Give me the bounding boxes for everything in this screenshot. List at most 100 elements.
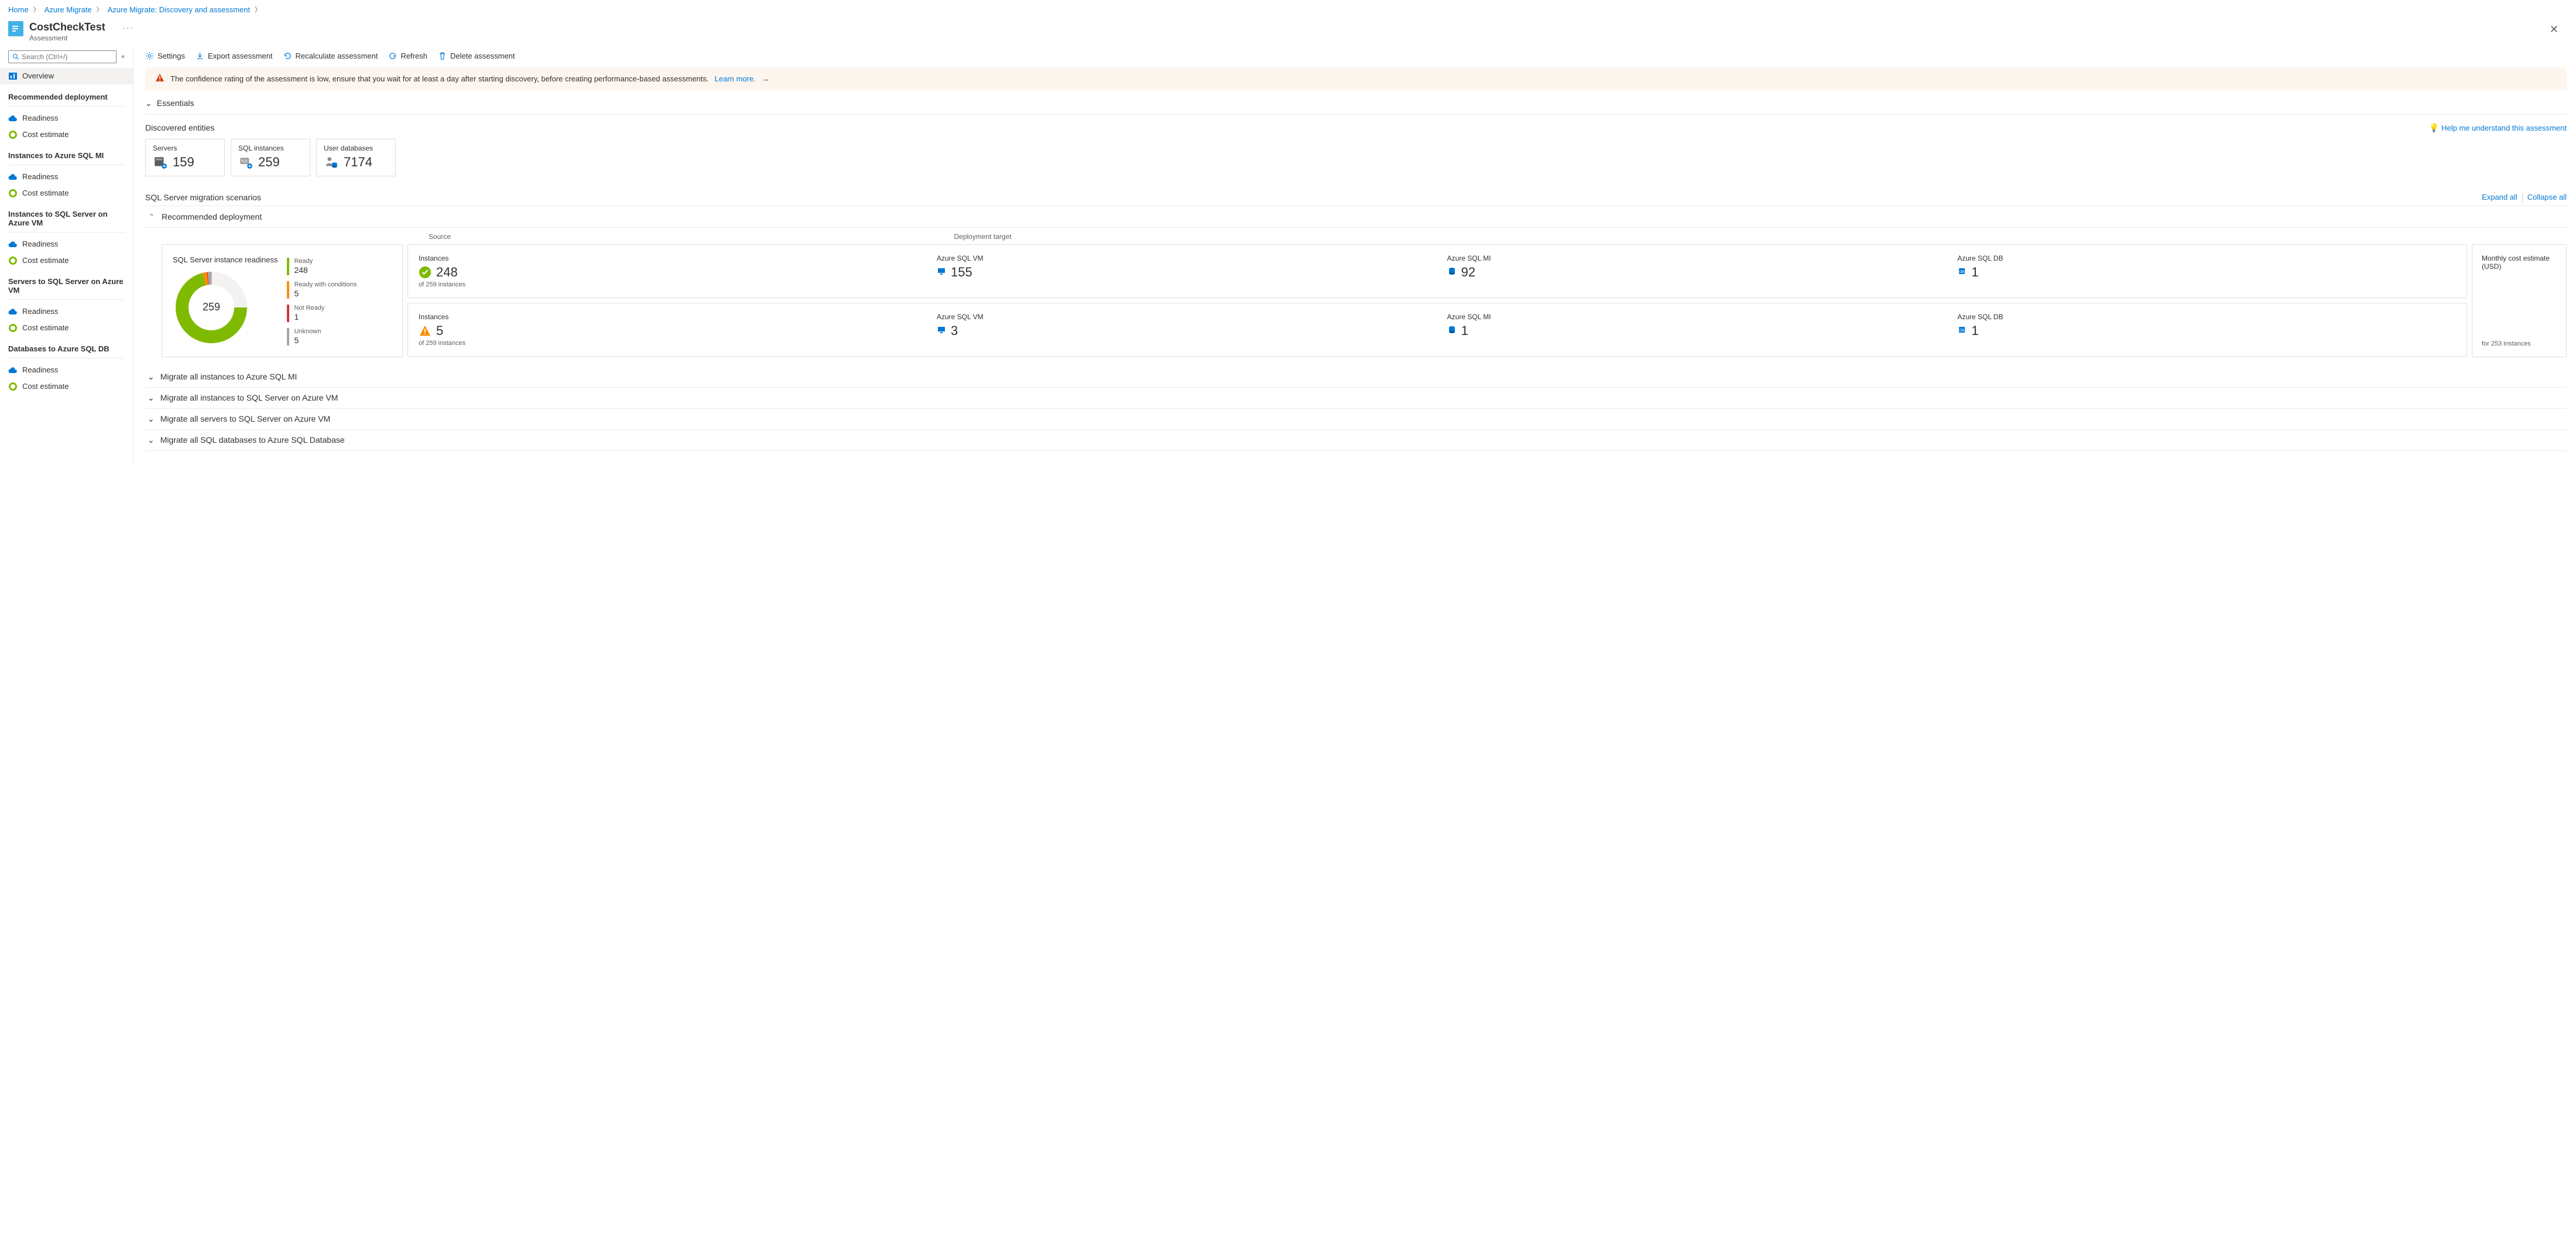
- delete-button[interactable]: Delete assessment: [438, 52, 515, 60]
- breadcrumb-home[interactable]: Home: [8, 5, 29, 14]
- target-value: 3: [951, 323, 958, 339]
- legend-item: Ready 248: [287, 258, 357, 275]
- scenario-recommended-deployment[interactable]: ⌃ Recommended deployment: [145, 206, 2567, 228]
- chevron-right-icon: 〉: [255, 5, 261, 14]
- legend-value: 5: [294, 289, 357, 299]
- sidebar-section-title: Instances to SQL Server on Azure VM: [0, 201, 133, 231]
- target-block: Azure SQL VM 3: [937, 313, 1436, 347]
- sidebar-section-title: Servers to SQL Server on Azure VM: [0, 269, 133, 298]
- scenario-label: Migrate all SQL databases to Azure SQL D…: [160, 435, 345, 445]
- target-block: Azure SQL MI 1: [1447, 313, 1946, 347]
- legend-label: Unknown: [294, 328, 321, 336]
- sidebar-item-readiness[interactable]: Readiness: [0, 169, 133, 185]
- collapse-sidebar-button[interactable]: «: [120, 52, 126, 61]
- recalculate-button[interactable]: Recalculate assessment: [283, 52, 378, 60]
- more-menu-button[interactable]: ···: [123, 21, 134, 32]
- breadcrumb-azure-migrate[interactable]: Azure Migrate: [44, 5, 92, 14]
- sidebar-item-label: Readiness: [22, 172, 58, 181]
- sidebar-item-label: Readiness: [22, 307, 58, 316]
- breadcrumb-discovery[interactable]: Azure Migrate: Discovery and assessment: [108, 5, 250, 14]
- separator: [2522, 193, 2523, 201]
- main-content: Settings Export assessment Recalculate a…: [133, 48, 2576, 463]
- readiness-card: SQL Server instance readiness 259: [162, 244, 403, 357]
- scenario-row[interactable]: ⌄ Migrate all instances to Azure SQL MI: [145, 367, 2567, 388]
- target-value: 92: [1461, 265, 1475, 280]
- target-block: Azure SQL DB DB 1: [1957, 313, 2456, 347]
- warning-icon: [419, 324, 431, 337]
- divider: [8, 232, 125, 233]
- sidebar-item-readiness[interactable]: Readiness: [0, 110, 133, 127]
- instances-sub: of 259 instances: [419, 281, 925, 288]
- legend-value: 1: [294, 312, 324, 322]
- cost-icon: [8, 256, 18, 265]
- target-value: 1: [1971, 265, 1978, 280]
- target-icon: [937, 325, 946, 336]
- refresh-button[interactable]: Refresh: [388, 52, 427, 60]
- scenario-label: Migrate all instances to Azure SQL MI: [160, 372, 297, 381]
- cost-icon: [8, 130, 18, 139]
- sidebar-item-label: Readiness: [22, 114, 58, 122]
- sidebar-item-cost-estimate[interactable]: Cost estimate: [0, 378, 133, 395]
- entity-card[interactable]: SQL instances SQL 259: [231, 139, 310, 176]
- instances-label: Instances: [419, 313, 925, 321]
- search-box[interactable]: [8, 50, 117, 63]
- readiness-legend: Ready 248 Ready with conditions 5 Not Re…: [287, 255, 357, 346]
- settings-button[interactable]: Settings: [145, 52, 185, 60]
- warning-banner: The confidence rating of the assessment …: [145, 67, 2567, 90]
- entity-icon: SQL: [238, 155, 254, 170]
- sidebar-item-readiness[interactable]: Readiness: [0, 362, 133, 378]
- close-button[interactable]: ✕: [2545, 21, 2563, 38]
- chevron-right-icon: 〉: [33, 5, 40, 14]
- cost-estimate-card: Monthly cost estimate (USD) for 253 inst…: [2472, 244, 2567, 357]
- target-label: Azure SQL VM: [937, 313, 1436, 321]
- collapse-all-link[interactable]: Collapse all: [2527, 193, 2567, 201]
- sidebar-section-title: Recommended deployment: [0, 84, 133, 105]
- legend-item: Not Ready 1: [287, 305, 357, 322]
- scenario-row[interactable]: ⌄ Migrate all servers to SQL Server on A…: [145, 409, 2567, 430]
- chevron-down-icon: ⌄: [148, 414, 155, 424]
- scenario-row[interactable]: ⌄ Migrate all instances to SQL Server on…: [145, 388, 2567, 409]
- export-button[interactable]: Export assessment: [196, 52, 273, 60]
- lightbulb-icon: 💡: [2429, 123, 2439, 133]
- warning-instances-card: Instances 5 of 259 instances Azure SQL V…: [407, 303, 2467, 357]
- sidebar-section-title: Instances to Azure SQL MI: [0, 143, 133, 163]
- svg-text:DB: DB: [1960, 271, 1964, 274]
- sidebar-item-readiness[interactable]: Readiness: [0, 236, 133, 252]
- help-link[interactable]: 💡 Help me understand this assessment: [2429, 123, 2567, 133]
- target-label: Azure SQL VM: [937, 254, 1436, 262]
- entity-value: 159: [173, 155, 194, 170]
- target-column-label: Deployment target: [933, 233, 2468, 241]
- entity-icon: [153, 155, 168, 170]
- sidebar-item-cost-estimate[interactable]: Cost estimate: [0, 252, 133, 269]
- page-subtitle: Assessment: [29, 34, 105, 42]
- search-input[interactable]: [22, 53, 112, 61]
- expand-all-link[interactable]: Expand all: [2482, 193, 2517, 201]
- trash-icon: [438, 52, 447, 60]
- target-icon: DB: [1957, 325, 1967, 336]
- essentials-toggle[interactable]: ⌄ Essentials: [145, 93, 2567, 115]
- export-label: Export assessment: [208, 52, 273, 60]
- legend-color-bar: [287, 305, 289, 322]
- scenario-row[interactable]: ⌄ Migrate all SQL databases to Azure SQL…: [145, 430, 2567, 451]
- entity-card[interactable]: Servers 159: [145, 139, 225, 176]
- cloud-icon: [8, 307, 18, 316]
- cost-icon: [8, 323, 18, 333]
- sidebar-item-readiness[interactable]: Readiness: [0, 303, 133, 320]
- recommended-deployment-content: Source Deployment target SQL Server inst…: [145, 228, 2567, 363]
- sidebar-item-label: Cost estimate: [22, 189, 68, 197]
- entity-card[interactable]: User databases 7174: [316, 139, 396, 176]
- target-label: Azure SQL DB: [1957, 313, 2456, 321]
- cloud-icon: [8, 240, 18, 249]
- target-label: Azure SQL MI: [1447, 254, 1946, 262]
- scenarios-title: SQL Server migration scenarios: [145, 193, 261, 202]
- chevron-up-icon: ⌃: [148, 213, 156, 221]
- sidebar-item-cost-estimate[interactable]: Cost estimate: [0, 185, 133, 201]
- cost-icon: [8, 189, 18, 198]
- sidebar-item-overview[interactable]: Overview: [0, 68, 133, 84]
- cost-icon: [8, 382, 18, 391]
- sidebar-item-cost-estimate[interactable]: Cost estimate: [0, 127, 133, 143]
- sidebar-item-cost-estimate[interactable]: Cost estimate: [0, 320, 133, 336]
- entity-cards: Servers 159SQL instances SQL 259User dat…: [145, 139, 2567, 176]
- warning-learn-more-link[interactable]: Learn more.: [715, 74, 756, 83]
- target-icon: [1447, 325, 1457, 336]
